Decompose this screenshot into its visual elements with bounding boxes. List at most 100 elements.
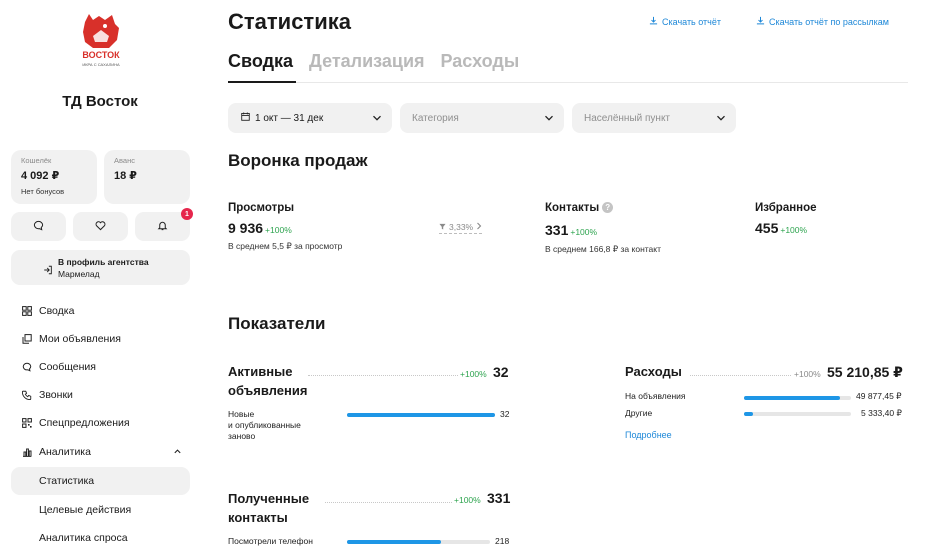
favorites-change: +100% [780, 225, 808, 235]
sidebar-item-analytics[interactable]: Аналитика [11, 438, 190, 466]
contacts-value: 331 [545, 222, 569, 238]
tab-details[interactable]: Детализация [309, 51, 425, 80]
favorites-label: Избранное [755, 202, 817, 214]
agency-link-label: В профиль агентства [58, 257, 149, 267]
download-mailing-report-label: Скачать отчёт по рассылкам [769, 16, 889, 27]
chevron-down-icon [544, 113, 554, 126]
category-placeholder: Категория [412, 112, 459, 124]
expenses-more-link[interactable]: Подробнее [625, 430, 672, 440]
active-ads-change: +100% [460, 369, 487, 379]
sidebar-item-messages[interactable]: Сообщения [11, 353, 190, 381]
bell-icon [157, 218, 168, 236]
sidebar-item-calls[interactable]: Звонки [11, 381, 190, 409]
login-icon [43, 262, 53, 280]
tabs: Сводка Детализация Расходы [228, 51, 519, 80]
category-select[interactable]: Категория [400, 103, 564, 133]
sidebar-item-label: Спецпредложения [39, 417, 130, 429]
views-value: 9 936 [228, 220, 264, 236]
company-name: ТД Восток [62, 93, 138, 110]
wallet-label: Кошелёк [21, 156, 52, 165]
advance-value: 18 ₽ [114, 170, 137, 182]
phone-icon [21, 390, 32, 401]
funnel-icon [439, 222, 446, 232]
expenses-other-bar [744, 412, 851, 416]
period-value: 1 окт — 31 дек [255, 112, 324, 124]
sidebar-item-label: Сводка [39, 305, 75, 317]
expenses-ads-bar [744, 396, 851, 400]
conversion-link[interactable]: 3,33% [439, 222, 483, 234]
notifications-button[interactable]: 1 [135, 208, 193, 241]
agency-profile-button[interactable]: В профиль агентства Мармелад [11, 250, 190, 285]
sidebar-item-summary[interactable]: Сводка [11, 297, 190, 325]
sidebar-item-statistics[interactable]: Статистика [11, 467, 190, 495]
heart-icon [95, 218, 106, 236]
chat-icon [33, 218, 44, 236]
expenses-title: Расходы [625, 364, 682, 379]
contacts-received-title-line1: Полученные [228, 491, 310, 506]
phone-views-bar-fill [347, 540, 442, 544]
expenses-other-bar-fill [744, 412, 753, 416]
chevron-down-icon [372, 113, 382, 126]
copy-icon [21, 334, 32, 345]
contacts-note: В среднем 166,8 ₽ за контакт [545, 244, 661, 254]
help-icon[interactable]: ? [602, 202, 614, 213]
phone-views-label: Посмотрели телефон [228, 536, 313, 546]
logo-subtext: ИКРА С САХАЛИНА [82, 62, 120, 67]
sidebar-item-label: Звонки [39, 389, 73, 401]
download-mailing-report-link[interactable]: Скачать отчёт по рассылкам [756, 16, 889, 27]
company-logo[interactable]: ВОСТОК ИКРА С САХАЛИНА [79, 12, 123, 70]
sidebar-item-label: Аналитика [39, 446, 91, 458]
sidebar-item-target-actions[interactable]: Целевые действия [11, 496, 190, 524]
metrics-title: Показатели [228, 314, 326, 333]
chevron-down-icon [716, 113, 726, 126]
calendar-icon [241, 112, 250, 124]
page-title: Статистика [228, 9, 351, 34]
sidebar-item-special-offers[interactable]: Спецпредложения [11, 409, 190, 437]
phone-views-value: 218 [495, 536, 510, 546]
views-value-row: 9 936 +100% [228, 220, 292, 236]
grid-icon [21, 306, 32, 317]
download-report-link[interactable]: Скачать отчёт [649, 16, 721, 27]
active-ads-title-line2: объявления [228, 383, 308, 398]
bar-chart-icon [21, 447, 32, 458]
contacts-received-change: +100% [454, 495, 481, 505]
sidebar-item-my-ads[interactable]: Мои объявления [11, 325, 190, 353]
leader-dots [690, 375, 791, 376]
sidebar-item-demand-analytics[interactable]: Аналитика спроса [11, 524, 190, 549]
sidebar-item-label: Сообщения [39, 361, 96, 373]
city-select[interactable]: Населённый пункт [572, 103, 736, 133]
active-tab-indicator [228, 81, 296, 83]
contacts-received-value: 331 [487, 490, 511, 506]
chevron-up-icon[interactable] [173, 447, 182, 459]
download-report-label: Скачать отчёт [662, 16, 721, 27]
expenses-other-value: 5 333,40 ₽ [861, 408, 902, 418]
wallet-note: Нет бонусов [21, 187, 65, 196]
advance-label: Аванс [114, 156, 135, 165]
wallet-card[interactable]: Кошелёк 4 092 ₽ Нет бонусов [11, 150, 97, 204]
views-note: В среднем 5,5 ₽ за просмотр [228, 241, 343, 251]
active-ads-value: 32 [493, 364, 509, 380]
logo-text: ВОСТОК [82, 50, 120, 60]
messages-button[interactable] [11, 212, 66, 241]
wallet-value: 4 092 ₽ [21, 170, 60, 182]
tabs-divider [228, 82, 908, 83]
tab-expenses[interactable]: Расходы [441, 51, 520, 80]
favorites-button[interactable] [73, 212, 128, 241]
advance-card[interactable]: Аванс 18 ₽ [104, 150, 190, 204]
tab-summary[interactable]: Сводка [228, 51, 293, 80]
expenses-ads-bar-fill [744, 396, 841, 400]
period-select[interactable]: 1 окт — 31 дек [228, 103, 392, 133]
active-ads-bar [347, 413, 495, 417]
sidebar: ВОСТОК ИКРА С САХАЛИНА ТД Восток Кошелёк… [0, 0, 200, 549]
active-ads-bar-fill [347, 413, 495, 417]
views-label: Просмотры [228, 202, 295, 214]
expenses-ads-value: 49 877,45 ₽ [856, 391, 902, 401]
expenses-other-label: Другие [625, 408, 653, 418]
chevron-right-icon [476, 222, 482, 232]
favorites-value: 455 [755, 220, 779, 236]
leader-dots [308, 375, 458, 376]
favorites-value-row: 455 +100% [755, 220, 807, 236]
main-content: Статистика Скачать отчёт Скачать отчёт п… [228, 0, 928, 549]
conversion-value: 3,33% [449, 222, 474, 232]
contacts-change: +100% [570, 227, 598, 237]
